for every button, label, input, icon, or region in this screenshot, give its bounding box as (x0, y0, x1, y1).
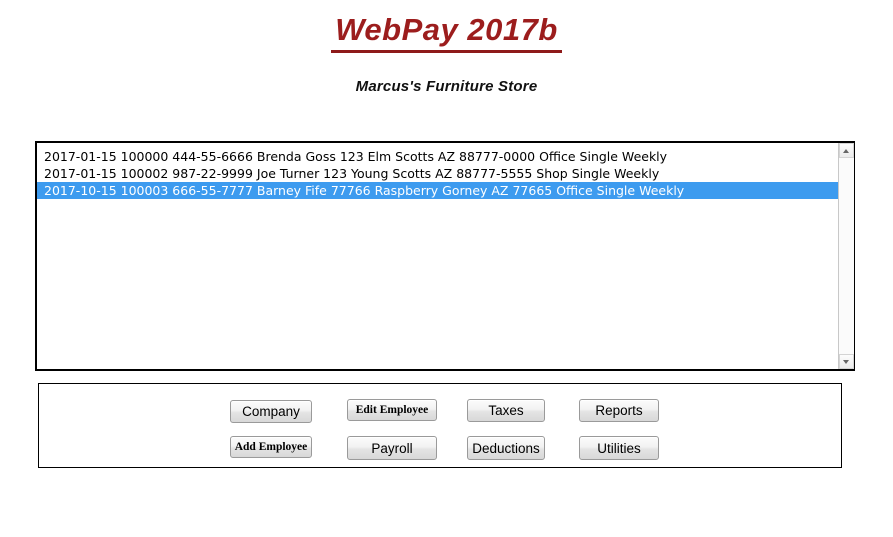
employee-list-box: 2017-01-15 100000 444-55-6666 Brenda Gos… (35, 141, 855, 371)
company-subtitle: Marcus's Furniture Store (355, 77, 538, 95)
button-grid: Company Edit Employee Taxes Reports Add … (39, 384, 841, 467)
scroll-down-arrow-icon (843, 359, 849, 364)
edit-employee-button[interactable]: Edit Employee (347, 399, 437, 421)
add-employee-button[interactable]: Add Employee (230, 436, 312, 458)
taxes-button[interactable]: Taxes (467, 399, 545, 422)
reports-button[interactable]: Reports (579, 399, 659, 422)
utilities-button[interactable]: Utilities (579, 436, 659, 460)
employee-list-row[interactable]: 2017-01-15 100002 987-22-9999 Joe Turner… (37, 165, 838, 182)
employee-list-scrollbar[interactable] (838, 143, 854, 369)
payroll-button[interactable]: Payroll (347, 436, 437, 460)
scroll-up-button[interactable] (838, 143, 854, 158)
employee-list[interactable]: 2017-01-15 100000 444-55-6666 Brenda Gos… (37, 143, 838, 369)
scroll-down-button[interactable] (838, 354, 854, 369)
employee-list-row[interactable]: 2017-01-15 100000 444-55-6666 Brenda Gos… (37, 148, 838, 165)
scroll-up-arrow-icon (843, 148, 849, 153)
employee-list-row[interactable]: 2017-10-15 100003 666-55-7777 Barney Fif… (37, 182, 838, 199)
action-button-panel: Company Edit Employee Taxes Reports Add … (38, 383, 842, 468)
app-title: WebPay 2017b (331, 13, 562, 53)
deductions-button[interactable]: Deductions (467, 436, 545, 460)
scrollbar-track[interactable] (838, 158, 854, 354)
page-header: WebPay 2017b Marcus's Furniture Store (0, 0, 893, 95)
company-button[interactable]: Company (230, 400, 312, 423)
